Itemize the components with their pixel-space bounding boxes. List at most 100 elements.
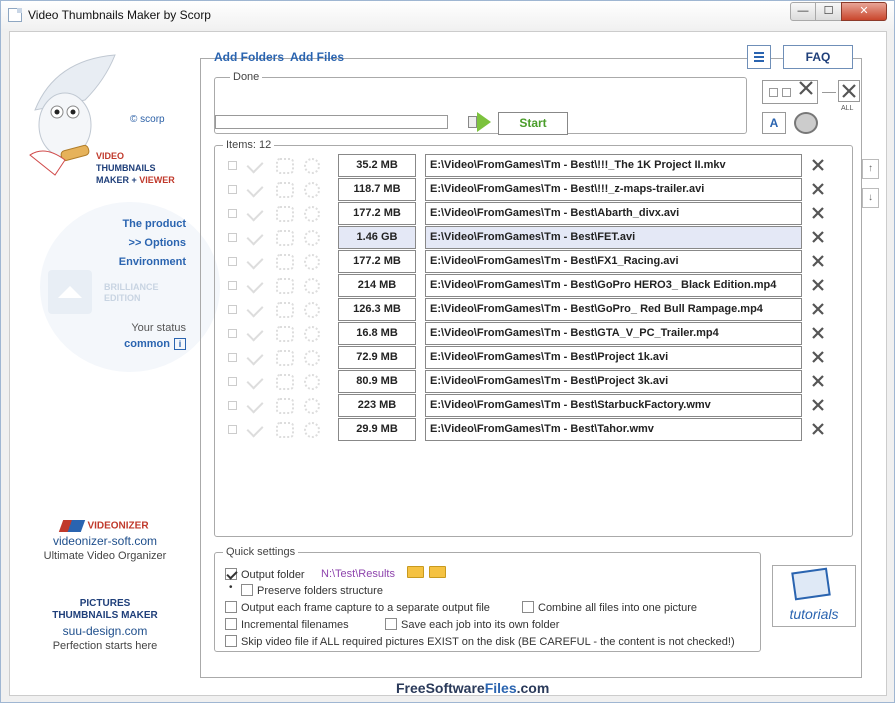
settings-icon[interactable] bbox=[304, 422, 320, 438]
thumbnail-icon[interactable] bbox=[276, 374, 294, 390]
info-icon[interactable]: i bbox=[174, 338, 186, 350]
checkmark-icon[interactable] bbox=[246, 348, 264, 366]
thumbnail-icon[interactable] bbox=[276, 230, 294, 246]
row-checkbox[interactable] bbox=[228, 425, 237, 434]
output-folder-checkbox[interactable] bbox=[225, 568, 237, 580]
row-checkbox[interactable] bbox=[228, 185, 237, 194]
skip-checkbox[interactable] bbox=[225, 635, 237, 647]
preserve-folders-option[interactable]: Preserve folders structure bbox=[241, 584, 383, 597]
status-value[interactable]: common i bbox=[124, 338, 186, 350]
table-row[interactable]: 177.2 MB E:\Video\FromGames\Tm - Best\Aba… bbox=[220, 202, 840, 226]
move-down-button[interactable]: ↓ bbox=[862, 188, 879, 208]
settings-icon[interactable] bbox=[304, 158, 320, 174]
remove-row-icon[interactable] bbox=[810, 421, 826, 437]
each-frame-checkbox[interactable] bbox=[225, 601, 237, 613]
output-path[interactable]: N:\Test\Results bbox=[321, 568, 395, 580]
checkmark-icon[interactable] bbox=[246, 396, 264, 414]
row-checkbox[interactable] bbox=[228, 281, 237, 290]
move-up-button[interactable]: ↑ bbox=[862, 159, 879, 179]
font-settings-icon[interactable]: A bbox=[762, 112, 786, 134]
folder-icon[interactable] bbox=[407, 566, 424, 578]
file-path[interactable]: E:\Video\FromGames\Tm - Best\StarbuckFac… bbox=[425, 394, 802, 417]
remove-row-icon[interactable] bbox=[810, 253, 826, 269]
table-row[interactable]: 223 MB E:\Video\FromGames\Tm - Best\Starb… bbox=[220, 394, 840, 418]
table-row[interactable]: 118.7 MB E:\Video\FromGames\Tm - Best\!!!… bbox=[220, 178, 840, 202]
settings-icon[interactable] bbox=[304, 182, 320, 198]
nav-options[interactable]: >> Options bbox=[129, 237, 186, 249]
row-checkbox[interactable] bbox=[228, 329, 237, 338]
settings-icon[interactable] bbox=[304, 230, 320, 246]
table-row[interactable]: 16.8 MB E:\Video\FromGames\Tm - Best\GTA_… bbox=[220, 322, 840, 346]
remove-row-icon[interactable] bbox=[810, 397, 826, 413]
checkmark-icon[interactable] bbox=[246, 204, 264, 222]
nav-product[interactable]: The product bbox=[122, 218, 186, 230]
incremental-option[interactable]: Incremental filenames bbox=[225, 618, 349, 631]
remove-all-button[interactable] bbox=[838, 80, 860, 102]
thumbnail-icon[interactable] bbox=[276, 158, 294, 174]
thumbnail-icon[interactable] bbox=[276, 182, 294, 198]
file-path[interactable]: E:\Video\FromGames\Tm - Best\Tahor.wmv bbox=[425, 418, 802, 441]
combine-checkbox[interactable] bbox=[522, 601, 534, 613]
promo-videonizer-url[interactable]: videonizer-soft.com bbox=[10, 534, 200, 548]
close-button[interactable]: ✕ bbox=[841, 2, 887, 21]
own-folder-checkbox[interactable] bbox=[385, 618, 397, 630]
remove-row-icon[interactable] bbox=[810, 157, 826, 173]
file-path[interactable]: E:\Video\FromGames\Tm - Best\GoPro HERO3… bbox=[425, 274, 802, 297]
checkmark-icon[interactable] bbox=[246, 324, 264, 342]
row-checkbox[interactable] bbox=[228, 233, 237, 242]
promo-videonizer[interactable]: VIDEONIZER videonizer-soft.com Ultimate … bbox=[10, 520, 200, 562]
checkmark-icon[interactable] bbox=[246, 372, 264, 390]
checkmark-icon[interactable] bbox=[246, 228, 264, 246]
settings-icon[interactable] bbox=[304, 350, 320, 366]
table-row[interactable]: 35.2 MB E:\Video\FromGames\Tm - Best\!!!_… bbox=[220, 154, 840, 178]
file-path[interactable]: E:\Video\FromGames\Tm - Best\Project 1k.… bbox=[425, 346, 802, 369]
tutorials-button[interactable]: tutorials bbox=[772, 565, 856, 627]
checkmark-icon[interactable] bbox=[246, 276, 264, 294]
settings-icon[interactable] bbox=[304, 326, 320, 342]
select-all-checkbox[interactable] bbox=[769, 88, 778, 97]
list-view-icon[interactable] bbox=[747, 45, 771, 69]
thumbnail-icon[interactable] bbox=[276, 398, 294, 414]
remove-row-icon[interactable] bbox=[810, 301, 826, 317]
row-checkbox[interactable] bbox=[228, 401, 237, 410]
table-row[interactable]: 1.46 GB E:\Video\FromGames\Tm - Best\FET.… bbox=[220, 226, 840, 250]
add-files-link[interactable]: Add Files bbox=[290, 50, 344, 64]
combine-option[interactable]: Combine all files into one picture bbox=[522, 601, 697, 614]
output-folder-option[interactable]: Output folder bbox=[225, 568, 305, 581]
checkmark-icon[interactable] bbox=[246, 300, 264, 318]
start-button[interactable]: Start bbox=[498, 112, 568, 135]
row-checkbox[interactable] bbox=[228, 353, 237, 362]
table-row[interactable]: 214 MB E:\Video\FromGames\Tm - Best\GoPro… bbox=[220, 274, 840, 298]
settings-icon[interactable] bbox=[304, 278, 320, 294]
settings-icon[interactable] bbox=[304, 302, 320, 318]
table-row[interactable]: 80.9 MB E:\Video\FromGames\Tm - Best\Proj… bbox=[220, 370, 840, 394]
nav-environment[interactable]: Environment bbox=[119, 256, 186, 268]
promo2-url[interactable]: suu-design.com bbox=[10, 624, 200, 638]
settings-icon[interactable] bbox=[304, 374, 320, 390]
row-checkbox[interactable] bbox=[228, 257, 237, 266]
each-frame-option[interactable]: Output each frame capture to a separate … bbox=[225, 601, 490, 614]
select-none-checkbox[interactable] bbox=[782, 88, 791, 97]
thumbnail-icon[interactable] bbox=[276, 206, 294, 222]
thumbnail-icon[interactable] bbox=[276, 326, 294, 342]
checkmark-icon[interactable] bbox=[246, 420, 264, 438]
remove-row-icon[interactable] bbox=[810, 373, 826, 389]
remove-row-icon[interactable] bbox=[810, 325, 826, 341]
file-path[interactable]: E:\Video\FromGames\Tm - Best\GoPro_ Red … bbox=[425, 298, 802, 321]
table-row[interactable]: 29.9 MB E:\Video\FromGames\Tm - Best\Taho… bbox=[220, 418, 840, 442]
remove-row-icon[interactable] bbox=[810, 181, 826, 197]
open-folder-icon[interactable] bbox=[429, 566, 446, 578]
row-checkbox[interactable] bbox=[228, 305, 237, 314]
play-icon[interactable] bbox=[477, 112, 491, 132]
settings-icon[interactable] bbox=[304, 206, 320, 222]
file-path[interactable]: E:\Video\FromGames\Tm - Best\GTA_V_PC_Tr… bbox=[425, 322, 802, 345]
remove-row-icon[interactable] bbox=[810, 205, 826, 221]
preserve-folders-checkbox[interactable] bbox=[241, 584, 253, 596]
row-checkbox[interactable] bbox=[228, 377, 237, 386]
settings-icon[interactable] bbox=[304, 254, 320, 270]
thumbnail-icon[interactable] bbox=[276, 278, 294, 294]
promo-pictures-thumbnails[interactable]: PICTURES THUMBNAILS MAKER suu-design.com… bbox=[10, 598, 200, 652]
refresh-icon[interactable] bbox=[794, 112, 818, 134]
remove-selected-icon[interactable] bbox=[796, 78, 816, 98]
skip-option[interactable]: Skip video file if ALL required pictures… bbox=[225, 635, 735, 648]
